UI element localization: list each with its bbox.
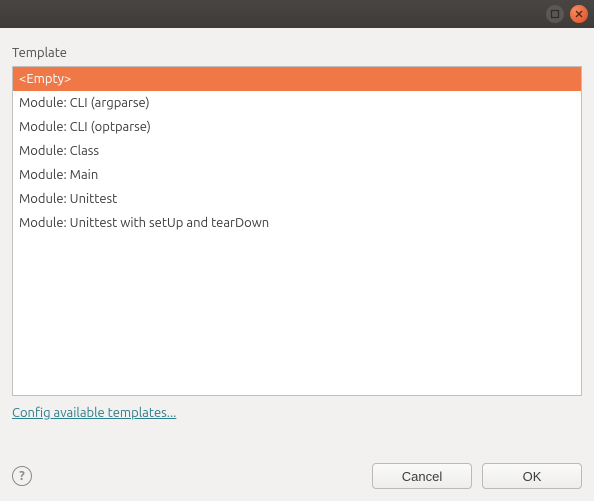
cancel-button[interactable]: Cancel (372, 463, 472, 489)
link-row: Config available templates... (12, 406, 582, 420)
dialog-body: Template <Empty>Module: CLI (argparse)Mo… (0, 28, 594, 501)
template-item[interactable]: Module: Class (13, 139, 581, 163)
template-item[interactable]: Module: Main (13, 163, 581, 187)
template-item[interactable]: <Empty> (13, 67, 581, 91)
help-glyph: ? (19, 469, 25, 483)
template-item[interactable]: Module: CLI (argparse) (13, 91, 581, 115)
template-item[interactable]: Module: Unittest with setUp and tearDown (13, 211, 581, 235)
help-icon[interactable]: ? (12, 466, 32, 486)
config-templates-link[interactable]: Config available templates... (12, 406, 176, 420)
template-item[interactable]: Module: Unittest (13, 187, 581, 211)
titlebar (0, 0, 594, 28)
close-button[interactable] (570, 5, 588, 23)
dialog-footer: ? Cancel OK (12, 451, 582, 489)
template-item[interactable]: Module: CLI (optparse) (13, 115, 581, 139)
button-row: Cancel OK (372, 463, 582, 489)
template-listbox[interactable]: <Empty>Module: CLI (argparse)Module: CLI… (12, 66, 582, 396)
maximize-button[interactable] (546, 5, 564, 23)
ok-button[interactable]: OK (482, 463, 582, 489)
template-label: Template (12, 46, 582, 60)
